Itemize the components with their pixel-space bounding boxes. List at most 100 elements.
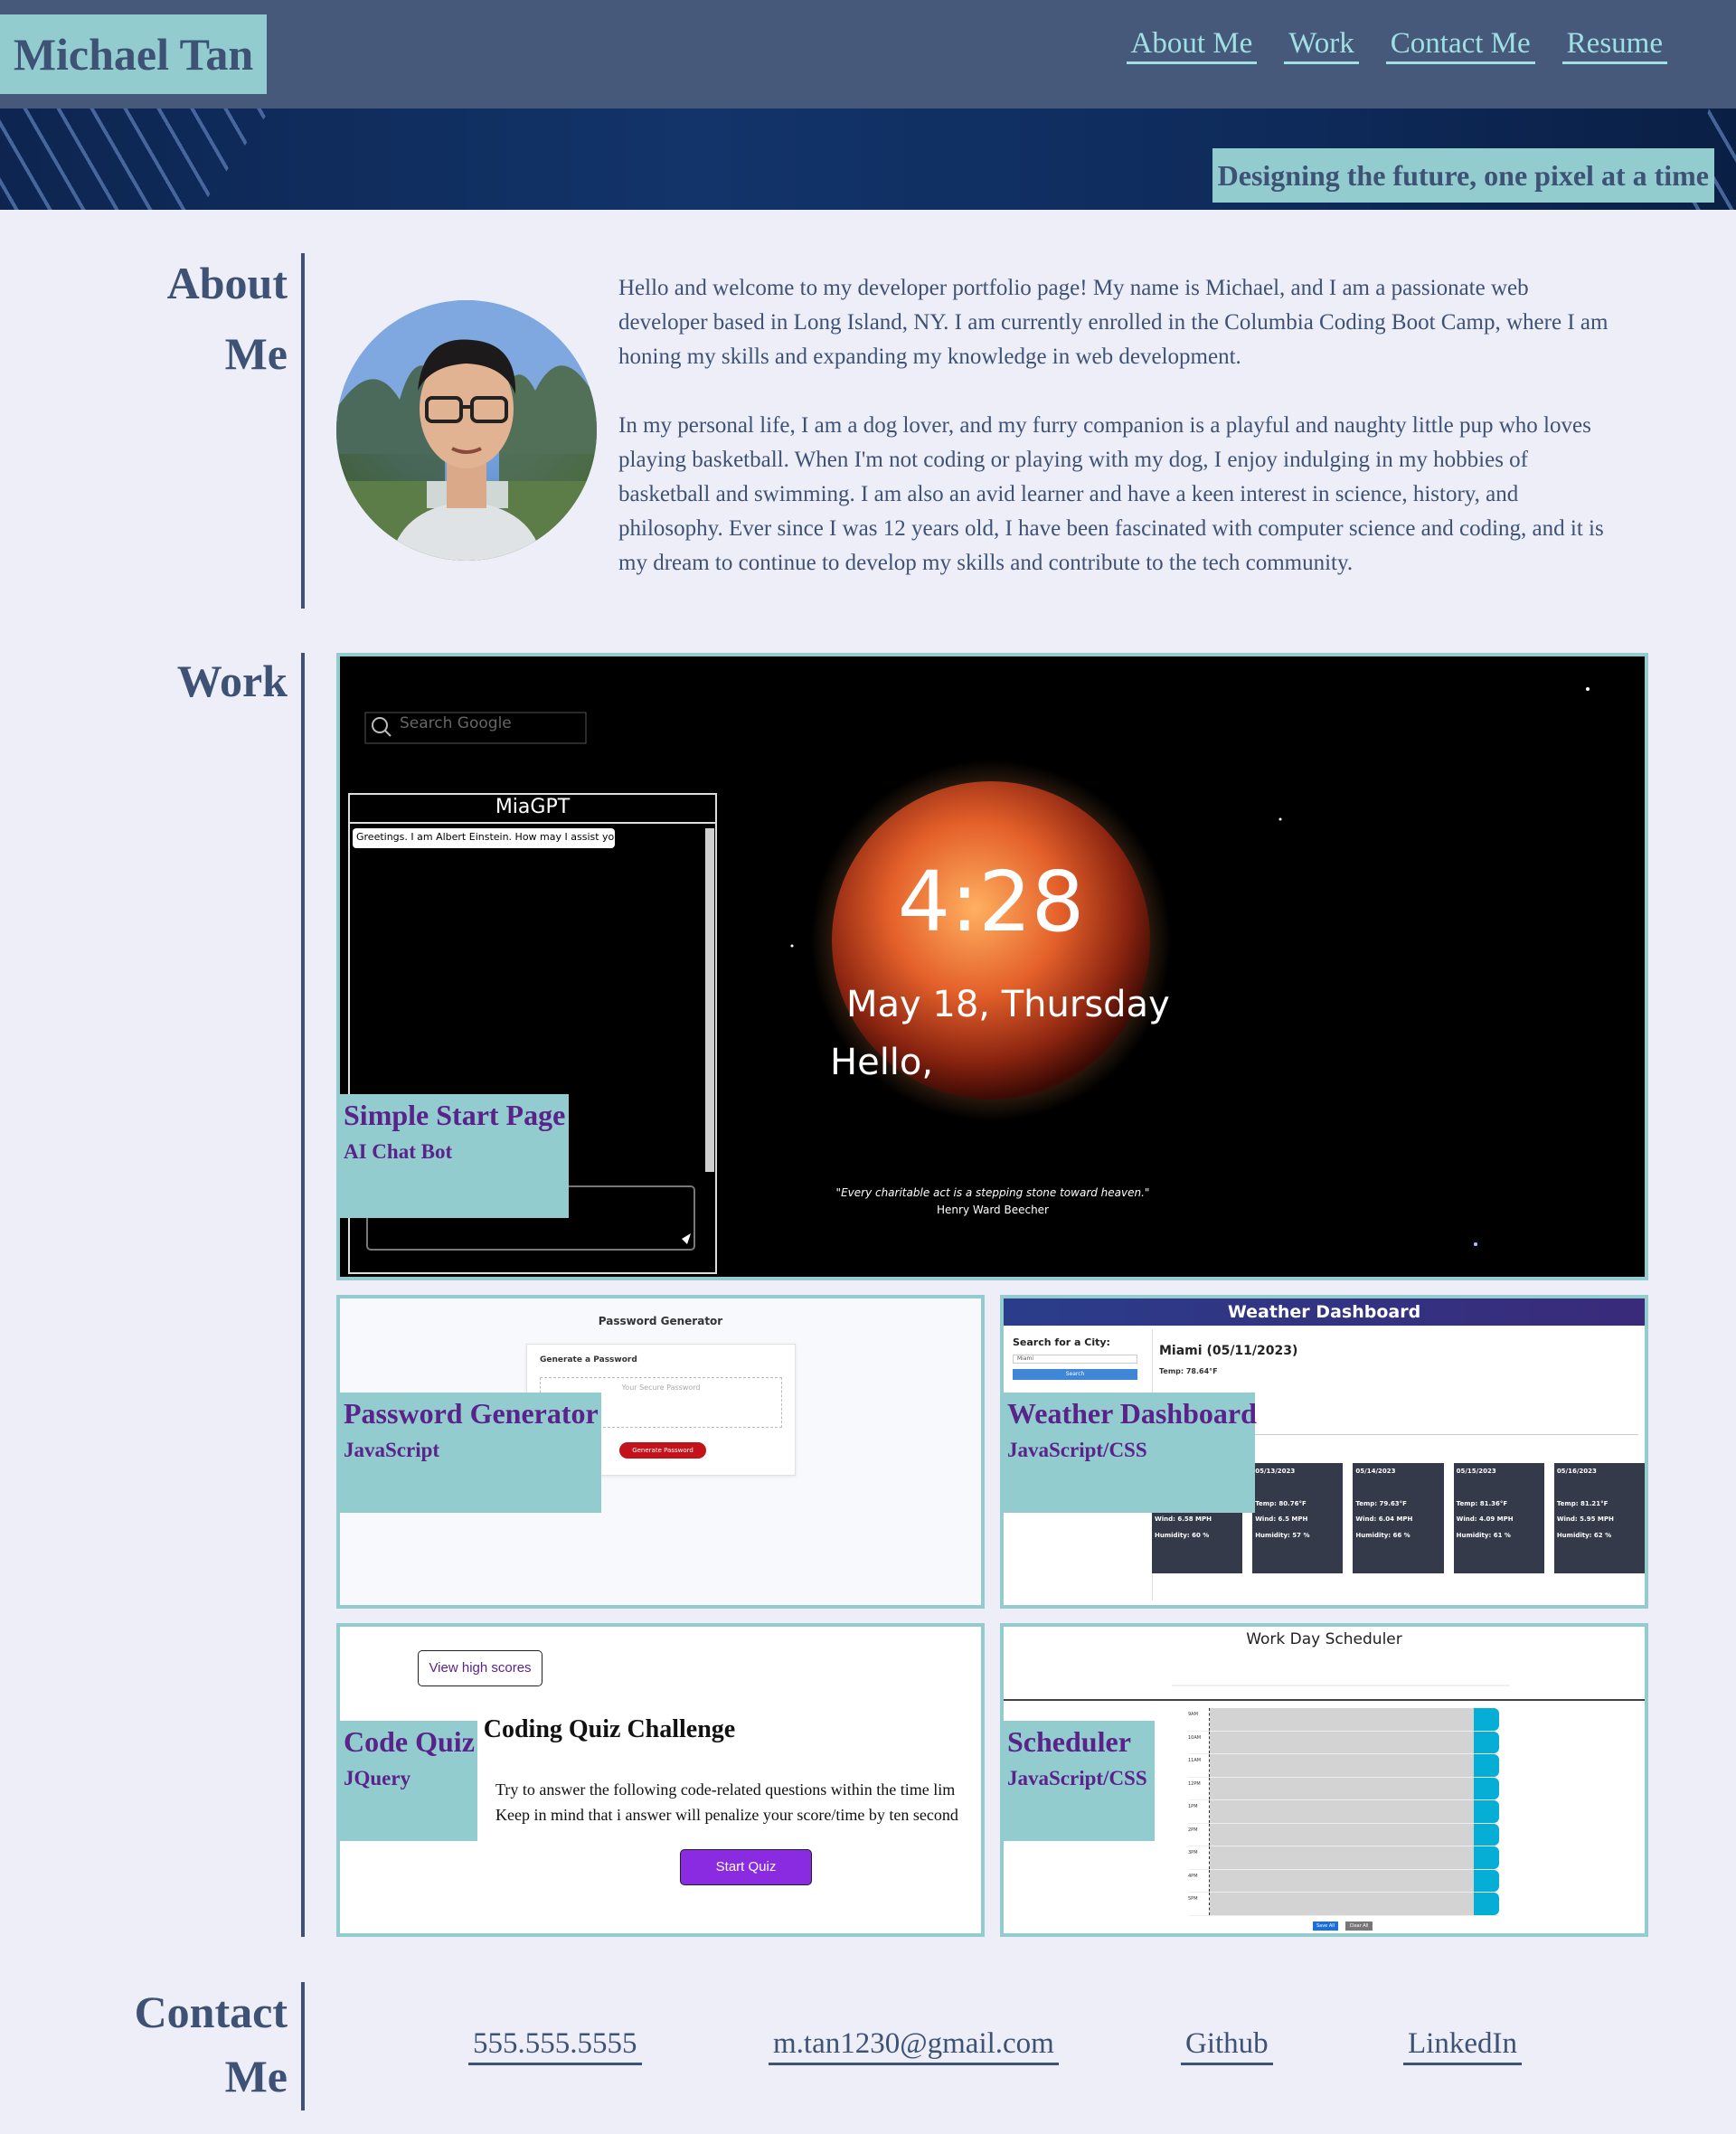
preview-weather-search-button: Search [1013, 1369, 1137, 1380]
scheduler-hour: 1PM [1188, 1800, 1210, 1823]
forecast-card: 05/16/2023 Temp: 81.21°F Wind: 5.95 MPH Hum… [1553, 1463, 1645, 1573]
about-paragraph-2: In my personal life, I am a dog lover, a… [618, 413, 1604, 575]
preview-pw-card-title: Generate a Password [540, 1355, 637, 1364]
preview-pw-button: Generate Password [619, 1442, 706, 1459]
scheduler-row: 12PM [1188, 1777, 1499, 1800]
scheduler-save-icon [1474, 1731, 1499, 1753]
preview-save-all-button: Save All [1313, 1922, 1338, 1931]
scheduler-textarea [1210, 1777, 1474, 1799]
project-title: Weather Dashboard [1007, 1397, 1257, 1430]
scheduler-hour: 5PM [1188, 1893, 1210, 1915]
preview-scheduler-border [1004, 1699, 1645, 1701]
project-title: Simple Start Page [344, 1099, 566, 1131]
forecast-humidity: Humidity: 62 % [1556, 1532, 1612, 1540]
forecast-date: 05/14/2023 [1355, 1468, 1396, 1475]
nav-work[interactable]: Work [1284, 27, 1359, 65]
scheduler-hour: 12PM [1188, 1777, 1210, 1799]
about-title-line2: Me [224, 327, 288, 379]
contact-linkedin-link[interactable]: LinkedIn [1403, 2027, 1522, 2065]
preview-high-scores-button: View high scores [418, 1650, 542, 1686]
project-card-scheduler[interactable]: Work Day Scheduler 9AM 10AM 11AM 12PM 1PM 2PM… [1000, 1623, 1648, 1937]
preview-clear-all-button: Clear All [1345, 1922, 1373, 1931]
forecast-temp: Temp: 81.36°F [1456, 1499, 1508, 1507]
preview-start-quiz-button: Start Quiz [680, 1849, 812, 1885]
preview-weather-city: Miami (05/11/2023) [1159, 1344, 1298, 1358]
about-title-line1: About [166, 258, 288, 308]
forecast-temp: Temp: 81.21°F [1556, 1499, 1609, 1507]
preview-weather-search-label: Search for a City: [1013, 1336, 1110, 1348]
scheduler-row: 4PM [1188, 1869, 1499, 1893]
contact-divider [301, 1982, 305, 2110]
preview-quiz-heading-text: Coding Quiz Challenge [483, 1715, 736, 1743]
forecast-card: 05/15/2023 Temp: 81.36°F Wind: 4.09 MPH Hum… [1453, 1463, 1544, 1573]
scheduler-save-icon [1474, 1708, 1499, 1731]
forecast-temp: Temp: 79.63°F [1355, 1499, 1407, 1507]
nav-resume[interactable]: Resume [1561, 27, 1667, 65]
scheduler-textarea [1210, 1754, 1474, 1777]
project-label-password-generator: Password Generator JavaScript [340, 1393, 601, 1513]
about-title: About Me [16, 255, 288, 382]
forecast-wind: Wind: 6.5 MPH [1255, 1516, 1308, 1524]
nav-contact-me[interactable]: Contact Me [1385, 27, 1535, 65]
scheduler-hour: 2PM [1188, 1823, 1210, 1846]
project-card-code-quiz[interactable]: View high scores Coding Quiz Challenge T… [336, 1623, 985, 1937]
scheduler-row: 9AM [1188, 1708, 1499, 1732]
site-header: Michael Tan About Me Work Contact Me Res… [0, 0, 1736, 109]
about-paragraph-1: Hello and welcome to my developer portfo… [618, 276, 1609, 369]
scheduler-row: 1PM [1188, 1800, 1499, 1824]
project-subtitle: JavaScript [344, 1439, 440, 1462]
project-title: Password Generator [344, 1397, 599, 1430]
project-card-password-generator[interactable]: Password Generator Generate a Password Y… [336, 1295, 985, 1609]
scheduler-textarea [1210, 1800, 1474, 1823]
site-logo[interactable]: Michael Tan [0, 14, 267, 94]
scheduler-save-icon [1474, 1800, 1499, 1823]
project-subtitle: JavaScript/CSS [1007, 1439, 1147, 1462]
forecast-date: 05/15/2023 [1456, 1468, 1496, 1475]
forecast-humidity: Humidity: 60 % [1155, 1532, 1210, 1540]
scheduler-row: 3PM [1188, 1846, 1499, 1870]
contact-title-line1: Contact [134, 1987, 288, 2037]
forecast-date: 05/16/2023 [1556, 1468, 1597, 1475]
tagline: Designing the future, one pixel at a tim… [1212, 148, 1714, 203]
work-divider [301, 653, 305, 1937]
scheduler-hour: 9AM [1188, 1708, 1210, 1731]
work-title: Work [176, 656, 288, 706]
forecast-wind: Wind: 6.04 MPH [1355, 1516, 1413, 1524]
project-card-start-page[interactable]: Search Google MiaGPT Greetings. I am Alb… [336, 653, 1648, 1280]
scheduler-textarea [1210, 1893, 1474, 1915]
preview-scheduler-rule [1172, 1685, 1510, 1686]
contact-title-line2: Me [224, 2050, 288, 2101]
project-label-scheduler: Scheduler JavaScript/CSS [1004, 1721, 1155, 1841]
forecast-wind: Wind: 4.09 MPH [1456, 1516, 1514, 1524]
project-subtitle: JavaScript/CSS [1007, 1767, 1147, 1790]
preview-date: May 18, Thursday [846, 984, 1170, 1025]
scheduler-row: 10AM [1188, 1731, 1499, 1754]
project-card-weather-dashboard[interactable]: Weather Dashboard Search for a City: Mia… [1000, 1295, 1648, 1609]
preview-chat-greeting: Greetings. I am Albert Einstein. How may… [356, 831, 627, 843]
forecast-date: 05/13/2023 [1255, 1468, 1296, 1475]
scheduler-save-icon [1474, 1777, 1499, 1799]
contact-email-link[interactable]: m.tan1230@gmail.com [769, 2027, 1059, 2065]
scheduler-hour: 10AM [1188, 1731, 1210, 1753]
main-nav: About Me Work Contact Me Resume [1126, 27, 1667, 65]
preview-hello: Hello, [830, 1042, 934, 1083]
scheduler-save-icon [1474, 1754, 1499, 1777]
project-label-weather-dashboard: Weather Dashboard JavaScript/CSS [1004, 1393, 1257, 1513]
contact-github-link[interactable]: Github [1181, 2027, 1273, 2065]
about-divider [301, 253, 305, 609]
scheduler-row: 5PM [1188, 1893, 1499, 1916]
scheduler-save-icon [1474, 1846, 1499, 1869]
about-text: Hello and welcome to my developer portfo… [618, 271, 1622, 581]
forecast-wind: Wind: 6.58 MPH [1155, 1516, 1212, 1524]
banner-stripes [0, 109, 271, 210]
preview-search-placeholder: Search Google [400, 714, 512, 732]
forecast-humidity: Humidity: 66 % [1355, 1532, 1410, 1540]
scheduler-textarea [1210, 1869, 1474, 1892]
nav-about-me[interactable]: About Me [1126, 27, 1258, 65]
contact-phone-link[interactable]: 555.555.5555 [468, 2027, 642, 2065]
scheduler-save-icon [1474, 1869, 1499, 1892]
scheduler-hour: 11AM [1188, 1754, 1210, 1777]
project-subtitle: AI Chat Bot [344, 1140, 453, 1164]
project-title: Scheduler [1007, 1725, 1131, 1758]
preview-scheduler-rows: 9AM 10AM 11AM 12PM 1PM 2PM 3PM 4PM 5PM [1188, 1708, 1499, 1916]
